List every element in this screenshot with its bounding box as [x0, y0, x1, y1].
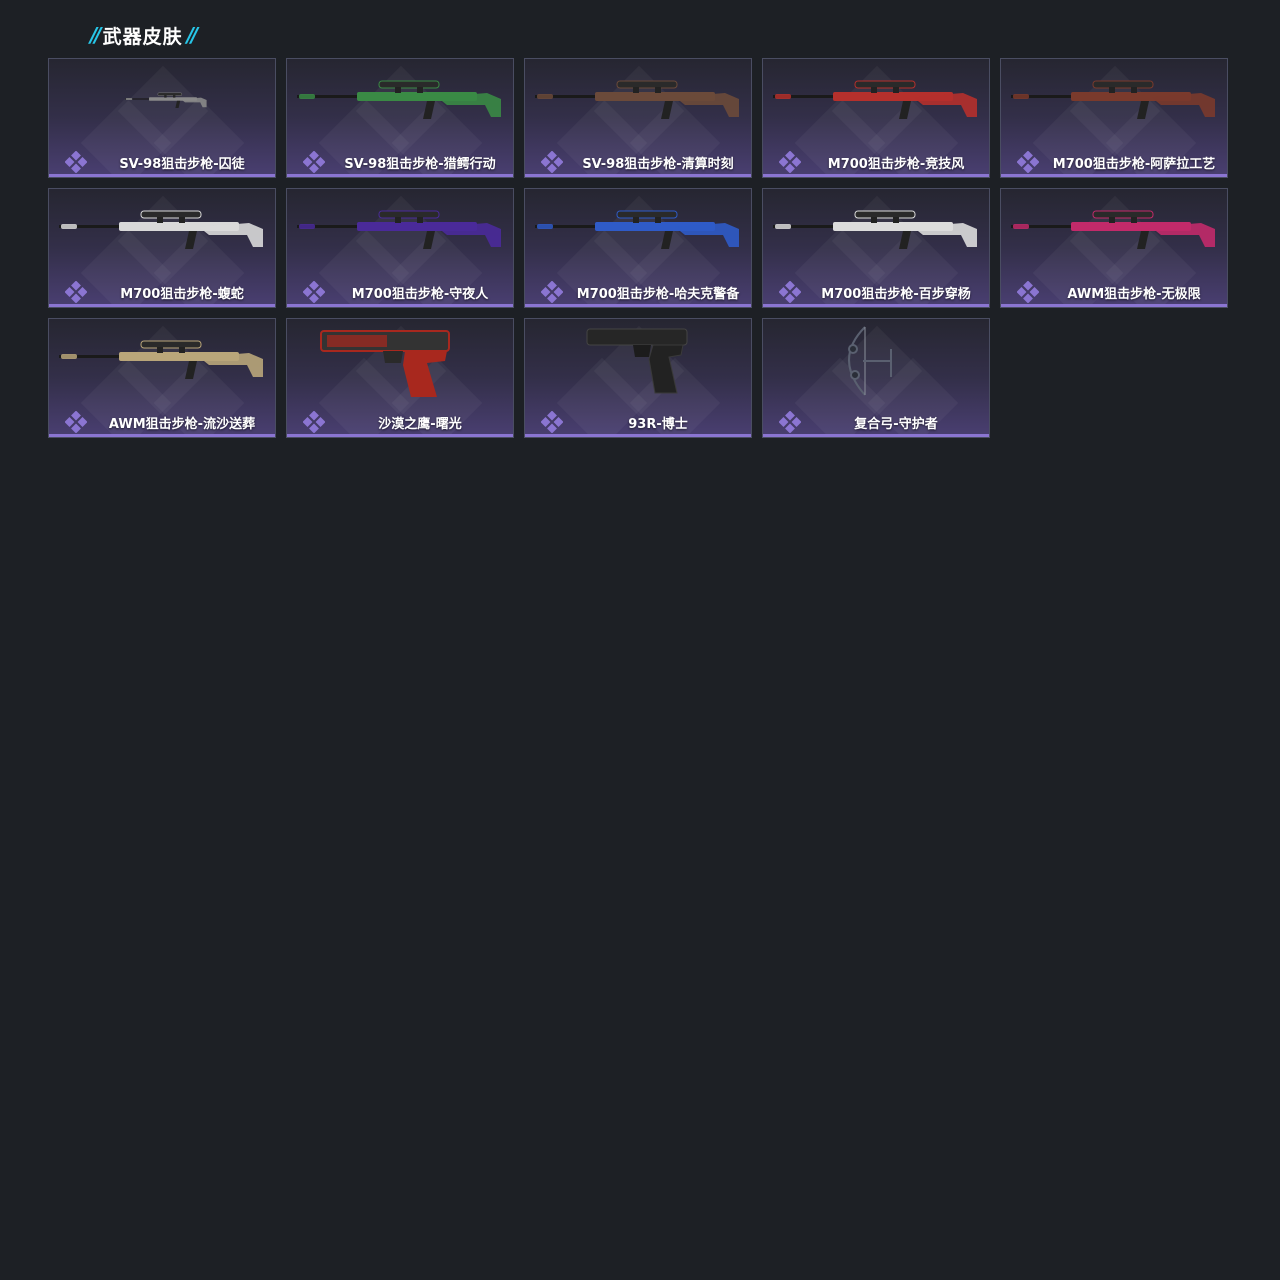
sniper-rifle-icon [535, 80, 739, 119]
skin-name: 复合弓-守护者 [854, 417, 938, 432]
section-title-text: 武器皮肤 [102, 25, 183, 48]
sniper-rifle-icon [1011, 80, 1215, 119]
rarity-diamond-icon [541, 151, 563, 173]
sniper-rifle-icon [535, 210, 739, 249]
skin-grid: SV-98狙击步枪-囚徒 SV-98狙击步枪-猎鳄行动 SV-98狙击步枪-清算 [48, 58, 1228, 438]
skin-name: 93R-博士 [628, 417, 688, 432]
skin-card[interactable]: M700狙击步枪-阿萨拉工艺 [1000, 58, 1228, 178]
rarity-diamond-icon [779, 281, 801, 303]
sniper-rifle-icon [773, 210, 977, 249]
skin-name: SV-98狙击步枪-猎鳄行动 [344, 157, 496, 172]
skin-name: M700狙击步枪-蝮蛇 [120, 287, 244, 302]
skin-name: M700狙击步枪-哈夫克警备 [576, 287, 740, 302]
skin-card[interactable]: 沙漠之鹰-曙光 [286, 318, 514, 438]
skin-card[interactable]: AWM狙击步枪-无极限 [1000, 188, 1228, 308]
rarity-diamond-icon [65, 281, 87, 303]
skin-card[interactable]: SV-98狙击步枪-清算时刻 [524, 58, 752, 178]
skin-card[interactable]: M700狙击步枪-竞技风 [762, 58, 990, 178]
rarity-diamond-icon [65, 411, 87, 433]
sniper-rifle-icon [1011, 210, 1215, 249]
rarity-diamond-icon [65, 151, 87, 173]
pistol-icon [320, 330, 450, 397]
rarity-diamond-icon [1017, 281, 1039, 303]
rarity-diamond-icon [779, 411, 801, 433]
skin-name: AWM狙击步枪-流沙送葬 [108, 417, 256, 432]
skin-card[interactable]: M700狙击步枪-蝮蛇 [48, 188, 276, 308]
skin-card[interactable]: SV-98狙击步枪-囚徒 [48, 58, 276, 178]
skin-name: SV-98狙击步枪-清算时刻 [582, 157, 734, 172]
skin-name: 沙漠之鹰-曙光 [378, 417, 462, 432]
rarity-diamond-icon [303, 151, 325, 173]
skin-card[interactable]: M700狙击步枪-百步穿杨 [762, 188, 990, 308]
skin-card[interactable]: M700狙击步枪-守夜人 [286, 188, 514, 308]
pistol-icon [586, 328, 688, 394]
rarity-diamond-icon [303, 281, 325, 303]
skin-name: AWM狙击步枪-无极限 [1067, 287, 1201, 302]
sniper-rifle-icon [773, 80, 977, 119]
rarity-diamond-icon [1017, 151, 1039, 173]
skin-card[interactable]: 93R-博士 [524, 318, 752, 438]
sniper-rifle-icon [59, 340, 263, 379]
skin-name: M700狙击步枪-竞技风 [827, 157, 965, 172]
title-slashes-left: // [90, 23, 101, 47]
skin-name: M700狙击步枪-守夜人 [351, 287, 489, 302]
sniper-rifle-icon [59, 210, 263, 249]
sniper-rifle-icon [297, 210, 501, 249]
rarity-diamond-icon [779, 151, 801, 173]
skin-name: M700狙击步枪-百步穿杨 [821, 287, 971, 302]
rarity-diamond-icon [541, 411, 563, 433]
skin-name: M700狙击步枪-阿萨拉工艺 [1052, 157, 1216, 172]
sniper-rifle-icon [297, 80, 501, 119]
section-title: // 武器皮肤 // [90, 22, 198, 48]
skin-name: SV-98狙击步枪-囚徒 [119, 157, 245, 172]
skin-card[interactable]: M700狙击步枪-哈夫克警备 [524, 188, 752, 308]
skin-card[interactable]: SV-98狙击步枪-猎鳄行动 [286, 58, 514, 178]
sniper-rifle-icon [125, 92, 207, 108]
rarity-diamond-icon [303, 411, 325, 433]
rarity-diamond-icon [541, 281, 563, 303]
title-slashes-right: // [186, 23, 198, 47]
compound-bow-icon [848, 326, 892, 396]
skin-card[interactable]: AWM狙击步枪-流沙送葬 [48, 318, 276, 438]
skin-card[interactable]: 复合弓-守护者 [762, 318, 990, 438]
